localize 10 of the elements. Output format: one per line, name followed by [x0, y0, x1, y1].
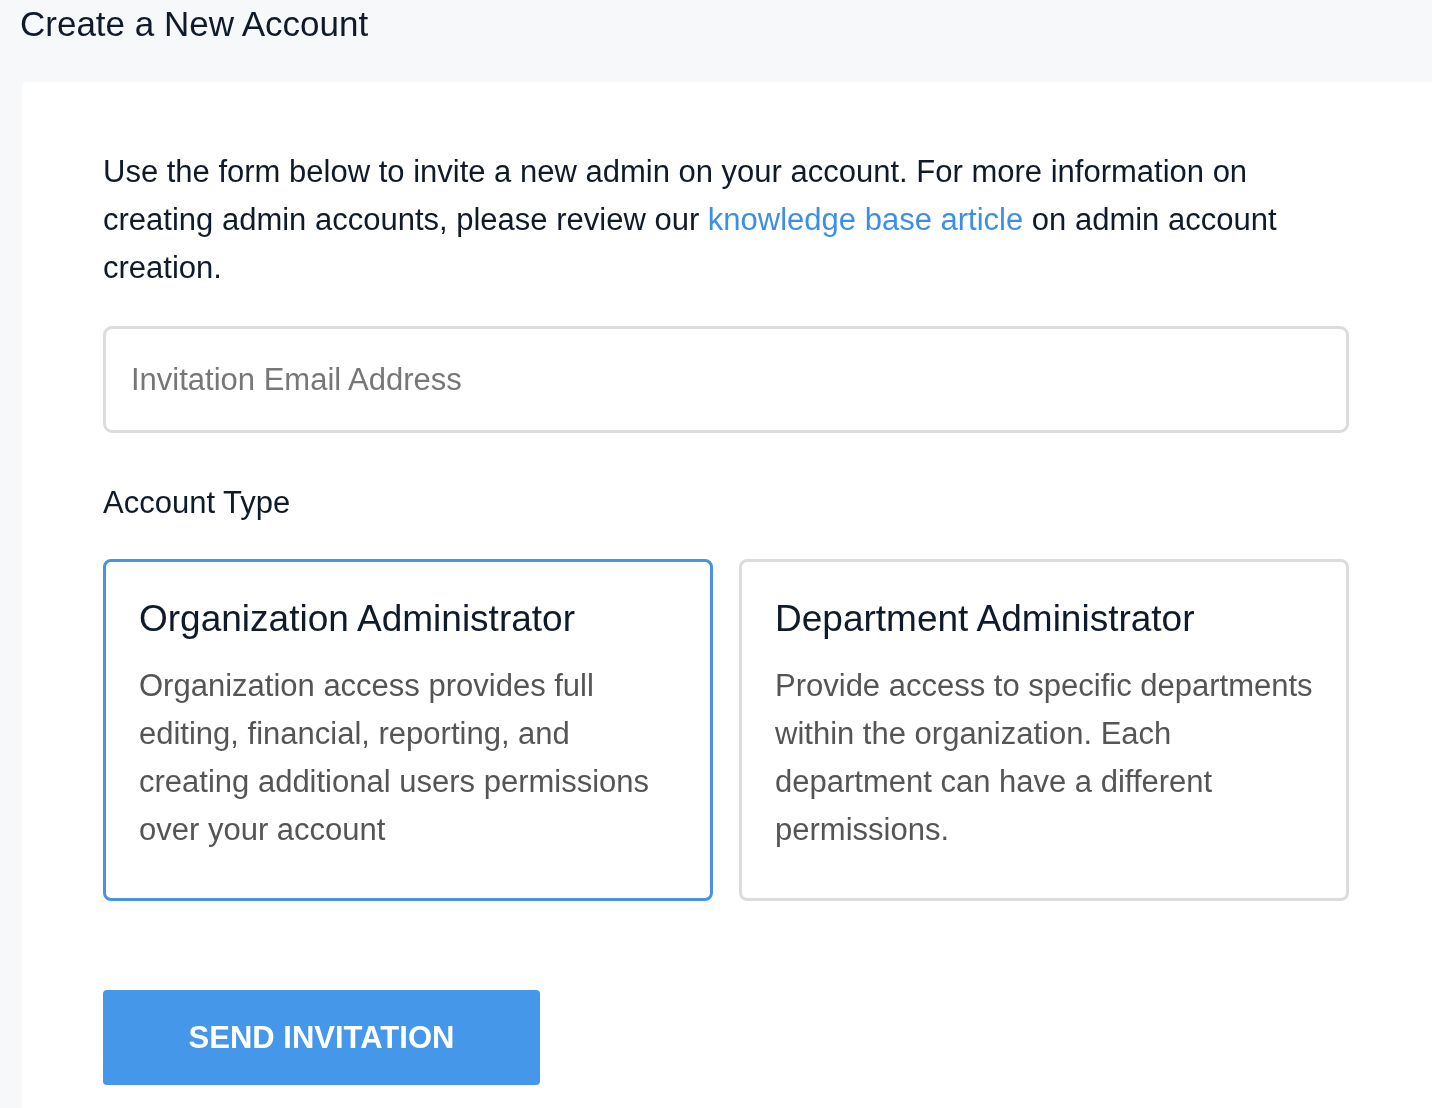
- option-description: Provide access to specific departments within the organization. Each department can have a different permissions.: [775, 667, 1313, 849]
- page-title: Create a New Account: [19, 3, 370, 45]
- option-title: Department Administrator: [775, 598, 1196, 640]
- intro-paragraph: Use the form below to invite a new admin on your account. For more information on creating admin accounts, please review our knowledge base article on admin account creation.: [103, 153, 1278, 287]
- option-description: Organization access provides full editing, financial, reporting, and creating additional users permissions over your account: [139, 667, 651, 849]
- email-field[interactable]: Invitation Email Address: [103, 326, 1349, 433]
- option-title: Organization Administrator: [139, 598, 576, 640]
- account-type-option[interactable]: Department Administrator Provide access to specific departments within the organization. Each department can have a different permissions.: [739, 559, 1349, 901]
- account-type-option[interactable]: Organization Administrator Organization access provides full editing, financial, reporting, and creating additional users permissions over your account: [103, 559, 713, 901]
- account-type-label: Account Type: [103, 485, 292, 521]
